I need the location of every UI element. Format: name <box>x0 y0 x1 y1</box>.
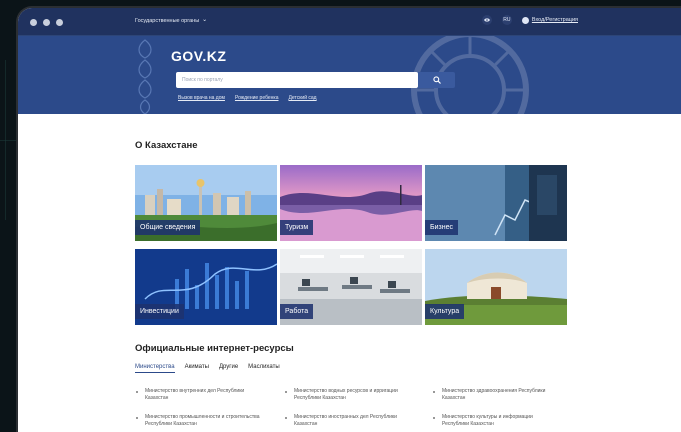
search-icon <box>432 76 441 84</box>
browser-window: Государственные органы ⌄ RU Вход/Регистр… <box>18 8 681 432</box>
tab-ministries[interactable]: Министерства <box>135 364 175 373</box>
login-label: Вход/Регистрация <box>531 17 578 23</box>
resource-link[interactable]: Министерство промышленности и строительс… <box>136 414 264 428</box>
tile-business[interactable]: Бизнес <box>425 165 567 241</box>
ornament-icon <box>138 39 152 114</box>
tab-maslikhats[interactable]: Маслихаты <box>248 364 279 373</box>
tile-label: Туризм <box>280 220 314 235</box>
tile-investment[interactable]: Инвестиции <box>135 249 277 325</box>
resource-link[interactable]: Министерство внутренних дел Республики К… <box>136 388 264 402</box>
user-icon <box>521 16 529 24</box>
eye-icon[interactable] <box>481 15 492 25</box>
resource-link[interactable]: Министерство водных ресурсов и ирригации… <box>285 388 413 402</box>
search-button[interactable] <box>418 72 455 88</box>
login-link[interactable]: Вход/Регистрация <box>521 16 578 24</box>
tile-label: Культура <box>425 304 465 319</box>
resource-link[interactable]: Министерство культуры и информации Респу… <box>433 414 561 428</box>
top-bar: Государственные органы ⌄ RU Вход/Регистр… <box>18 8 681 36</box>
gov-orgs-label: Государственные органы <box>135 17 200 24</box>
tile-label: Бизнес <box>425 220 458 235</box>
tile-general[interactable]: Общие сведения <box>135 165 277 241</box>
resource-link[interactable]: Министерство здравоохранения Республики … <box>433 388 561 402</box>
tab-akimats[interactable]: Акиматы <box>185 364 209 373</box>
site-logo[interactable]: GOV.KZ <box>171 48 226 64</box>
tab-other[interactable]: Другие <box>219 364 238 373</box>
search-input[interactable]: Поиск по порталу <box>176 72 418 88</box>
close-dot[interactable] <box>30 19 37 26</box>
quick-link[interactable]: Вызов врача на дом <box>178 95 225 101</box>
tile-culture[interactable]: Культура <box>425 249 567 325</box>
tile-label: Инвестиции <box>135 304 184 319</box>
tile-tourism[interactable]: Туризм <box>280 165 422 241</box>
hero-banner: GOV.KZ Поиск по порталу Вызов врача на д… <box>18 36 681 114</box>
quick-links: Вызов врача на дом Рождение ребенка Детс… <box>178 95 317 101</box>
quick-link[interactable]: Рождение ребенка <box>235 95 279 101</box>
top-right-controls: RU Вход/Регистрация <box>481 15 578 25</box>
language-label: RU <box>503 17 511 23</box>
gov-orgs-dropdown[interactable]: Государственные органы ⌄ <box>135 17 207 24</box>
quick-link[interactable]: Детский сад <box>289 95 317 101</box>
resources-title: Официальные интернет-ресурсы <box>135 343 294 354</box>
resource-link[interactable]: Министерство иностранных дел Республики … <box>285 414 413 428</box>
resources-tabs: Министерства Акиматы Другие Маслихаты <box>135 364 280 373</box>
tile-work[interactable]: Работа <box>280 249 422 325</box>
tile-label: Работа <box>280 304 314 319</box>
about-title: О Казахстане <box>135 140 198 151</box>
chevron-down-icon: ⌄ <box>202 17 208 23</box>
window-controls <box>30 19 63 26</box>
maximize-dot[interactable] <box>56 19 63 26</box>
tile-label: Общие сведения <box>135 220 201 235</box>
minimize-dot[interactable] <box>43 19 50 26</box>
language-switch[interactable]: RU <box>501 15 512 25</box>
